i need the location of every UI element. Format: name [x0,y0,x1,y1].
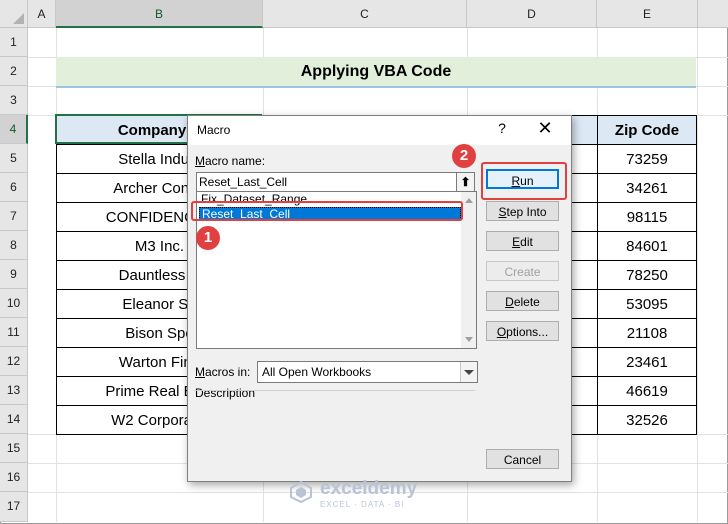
macro-list-item[interactable]: Fix_Dataset_Range [199,193,463,206]
watermark-tagline: EXCEL · DATA · BI [320,500,405,509]
step-2-badge: 2 [452,144,476,168]
zip-cell[interactable]: 21108 [597,318,697,348]
macro-list[interactable]: Fix_Dataset_Range Reset_Last_Cell [196,191,477,349]
edit-button[interactable]: Edit [486,231,559,251]
column-header-f[interactable] [698,0,728,28]
delete-button[interactable]: Delete [486,291,559,311]
zip-cell[interactable]: 34261 [597,173,697,203]
zip-cell[interactable]: 98115 [597,202,697,232]
sheet-title-cell[interactable]: Applying VBA Code [56,57,696,88]
macro-dialog: Macro ? ✕ Macro name: ⬆ Fix_Dataset_Rang… [187,115,572,482]
close-icon[interactable]: ✕ [535,118,555,139]
create-button[interactable]: Create [486,261,559,281]
row-header-2[interactable]: 2 [0,57,28,86]
dialog-titlebar[interactable]: Macro ? ✕ [188,116,571,145]
help-button[interactable]: ? [493,120,511,136]
macros-in-label: Macros in: [195,365,251,379]
row-header-6[interactable]: 6 [0,173,28,202]
row-header-15[interactable]: 15 [0,434,28,463]
cancel-button[interactable]: Cancel [486,449,559,469]
run-button[interactable]: Run [486,169,559,189]
row-header-5[interactable]: 5 [0,144,28,173]
row-header-17[interactable]: 17 [0,492,28,522]
macros-in-value: All Open Workbooks [262,365,372,379]
row-header-12[interactable]: 12 [0,347,28,376]
scroll-up-icon[interactable] [465,198,473,203]
watermark-name: exceldemy [320,478,418,499]
macros-in-select[interactable]: All Open Workbooks [257,361,478,383]
exceldemy-logo-icon [290,481,312,503]
upload-arrow-icon[interactable]: ⬆ [456,172,475,192]
row-header-9[interactable]: 9 [0,260,28,289]
options-button[interactable]: Options... [486,321,559,341]
zip-cell[interactable]: 46619 [597,376,697,406]
column-header-b[interactable]: B [56,0,263,28]
row-header-13[interactable]: 13 [0,376,28,405]
zip-cell[interactable]: 84601 [597,231,697,261]
macro-list-item-selected[interactable]: Reset_Last_Cell [199,207,461,221]
zip-cell[interactable]: 53095 [597,289,697,319]
row-header-10[interactable]: 10 [0,289,28,318]
zip-cell[interactable]: 32526 [597,405,697,435]
zip-cell[interactable]: 73259 [597,144,697,174]
macro-name-label: Macro name: [195,154,266,168]
column-header-c[interactable]: C [263,0,467,28]
row-header-16[interactable]: 16 [0,463,28,492]
gridline [697,28,698,522]
step-into-button[interactable]: Step Into [486,201,559,221]
column-header-a[interactable]: A [28,0,56,28]
row-header-4[interactable]: 4 [0,115,28,144]
header-zip[interactable]: Zip Code [597,115,697,145]
chevron-down-icon[interactable] [460,362,477,382]
macro-name-input[interactable] [196,172,466,192]
row-header-1[interactable]: 1 [0,28,28,57]
column-header-d[interactable]: D [467,0,597,28]
dialog-title: Macro [197,123,231,137]
zip-cell[interactable]: 23461 [597,347,697,377]
description-label: Description [195,386,256,400]
zip-cell[interactable]: 78250 [597,260,697,290]
row-header-3[interactable]: 3 [0,86,28,115]
scroll-down-icon[interactable] [465,337,473,342]
step-1-badge: 1 [196,226,220,250]
row-header-8[interactable]: 8 [0,231,28,260]
row-header-11[interactable]: 11 [0,318,28,347]
column-header-e[interactable]: E [597,0,698,28]
description-divider [194,390,475,391]
row-header-14[interactable]: 14 [0,405,28,434]
list-scrollbar[interactable] [461,192,476,348]
row-header-7[interactable]: 7 [0,202,28,231]
select-all-corner[interactable] [0,0,28,28]
